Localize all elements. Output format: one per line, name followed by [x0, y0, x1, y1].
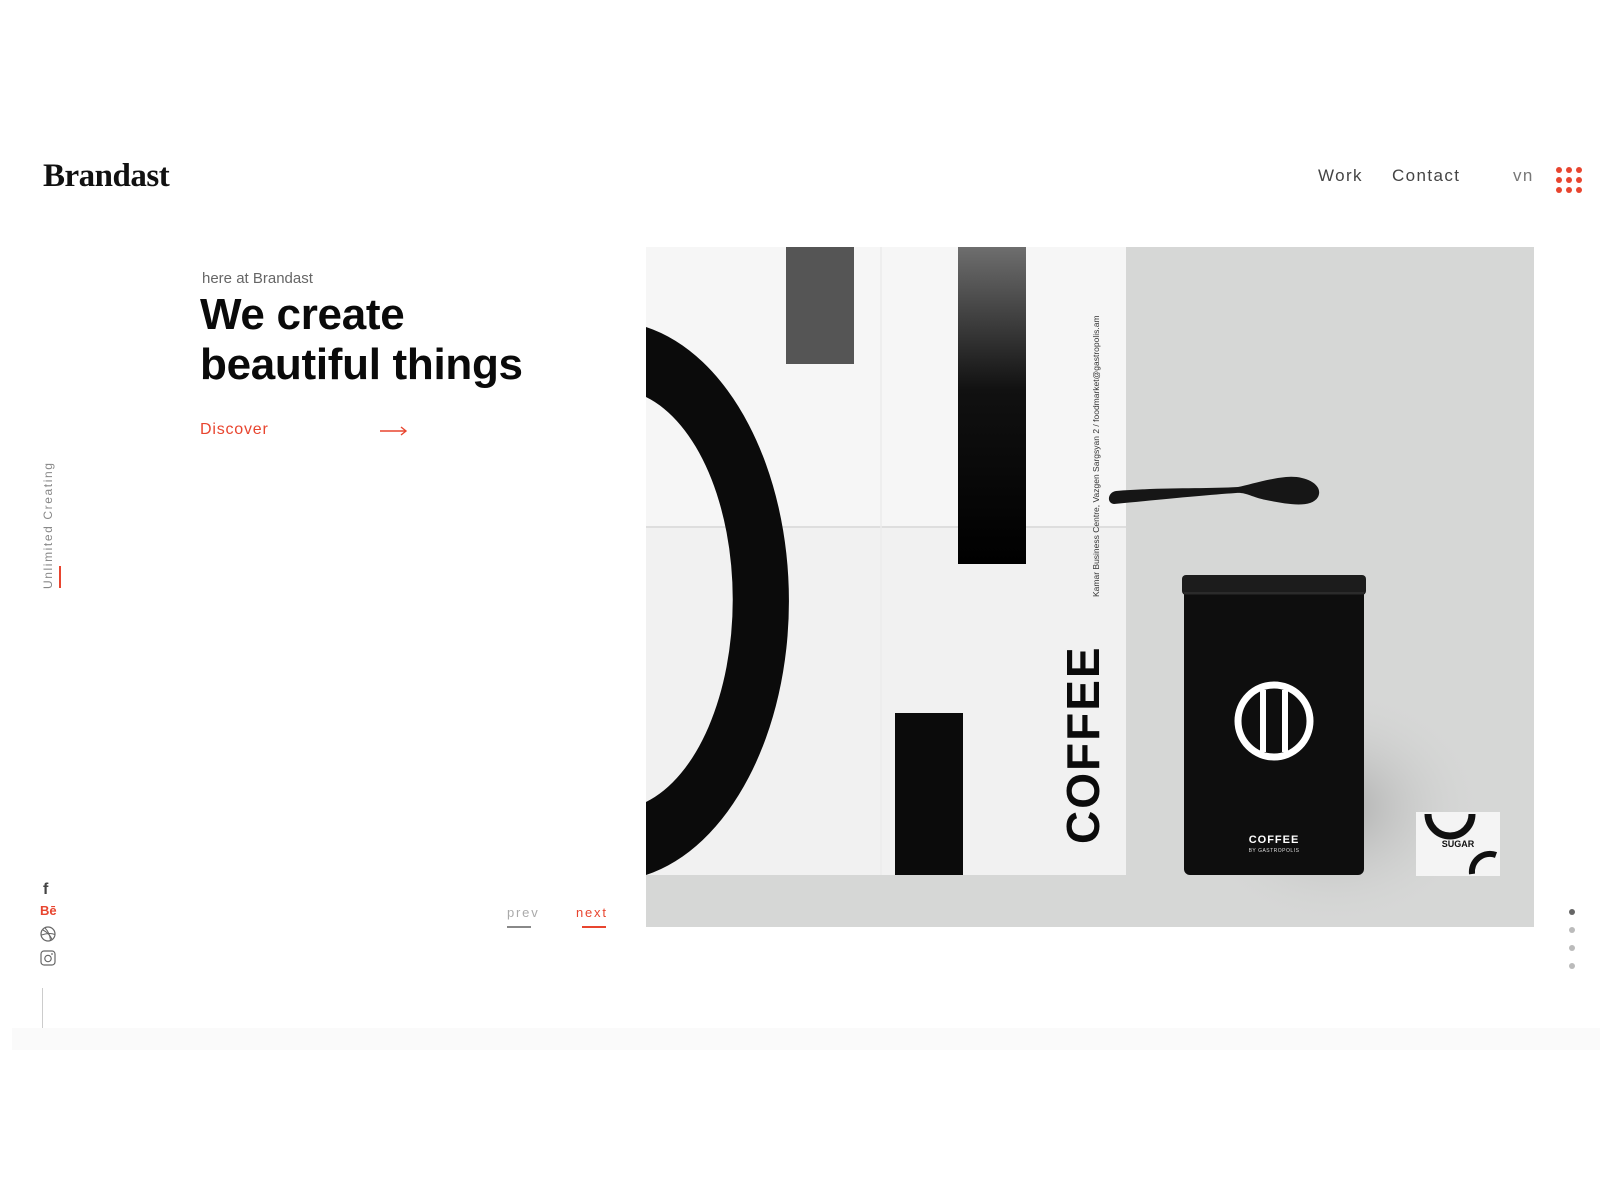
next-underline	[582, 926, 606, 928]
social-divider-line	[42, 988, 43, 1028]
sugar-sachet-image: SUGAR	[1416, 812, 1500, 876]
brand-logo[interactable]: Brandast	[43, 158, 170, 195]
poster-address-text: Kamar Business Centre, Vazgen Sargsyan 2…	[1091, 315, 1101, 597]
poster-coffee-text: COFFEE	[1057, 645, 1109, 844]
slide-dot-3[interactable]	[1569, 945, 1575, 951]
bottom-band	[12, 1028, 1600, 1050]
hero-image: COFFEE Kamar Business Centre, Vazgen Sar…	[646, 247, 1534, 927]
behance-icon[interactable]: Bē	[40, 900, 62, 920]
tin-title-text: COFFEE	[1249, 834, 1300, 846]
vertical-tagline: Unlimited Creating	[41, 461, 55, 589]
coffee-tin-image: COFFEE BY GASTROPOLIS	[1182, 575, 1366, 875]
instagram-icon[interactable]	[40, 948, 62, 968]
slide-dot-4[interactable]	[1569, 963, 1575, 969]
tin-subtitle-text: BY GASTROPOLIS	[1249, 848, 1300, 854]
tagline-accent-mark	[59, 566, 61, 588]
discover-link[interactable]: Discover	[200, 421, 269, 439]
nav-work[interactable]: Work	[1318, 166, 1363, 186]
facebook-icon[interactable]: f	[40, 880, 65, 900]
slide-dot-1[interactable]	[1569, 909, 1575, 915]
hero-headline: We create beautiful things	[200, 290, 523, 390]
prev-underline	[507, 926, 531, 928]
slide-dot-2[interactable]	[1569, 927, 1575, 933]
next-button[interactable]: next	[576, 905, 608, 920]
nav-contact[interactable]: Contact	[1392, 166, 1460, 186]
dribbble-icon[interactable]	[40, 924, 62, 944]
coffee-poster: COFFEE Kamar Business Centre, Vazgen Sar…	[646, 247, 1126, 875]
hero-kicker: here at Brandast	[202, 270, 313, 287]
language-switcher[interactable]: vn	[1513, 166, 1534, 186]
arrow-right-icon[interactable]	[380, 424, 408, 438]
headline-line-1: We create	[200, 290, 405, 339]
prev-button[interactable]: prev	[507, 905, 540, 920]
grid-menu-icon[interactable]	[1556, 167, 1582, 193]
headline-line-2: beautiful things	[200, 340, 523, 389]
sugar-label-text: SUGAR	[1442, 839, 1475, 849]
